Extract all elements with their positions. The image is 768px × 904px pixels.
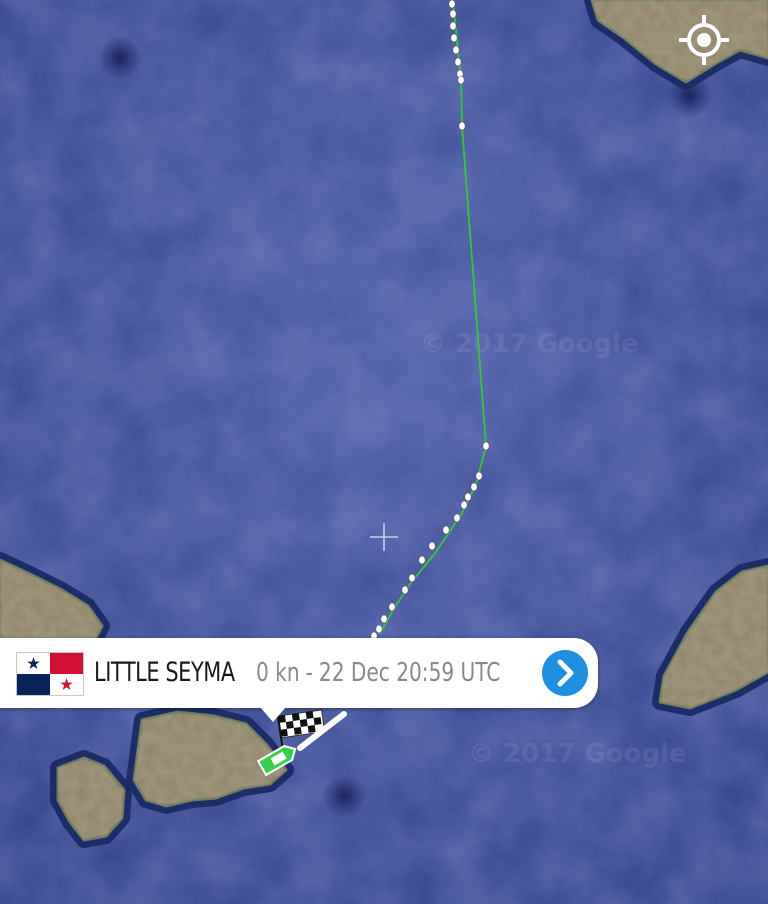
seamount-shadow bbox=[322, 774, 366, 818]
crosshair-locate-icon bbox=[679, 15, 729, 65]
track-point-marker[interactable] bbox=[460, 500, 468, 510]
track-point-marker[interactable] bbox=[453, 513, 461, 523]
track-point-marker[interactable] bbox=[418, 555, 426, 565]
flag-panama-icon bbox=[16, 652, 84, 696]
track-point-marker[interactable] bbox=[454, 57, 462, 67]
status-separator: - bbox=[305, 658, 313, 688]
track-point-marker[interactable] bbox=[482, 441, 490, 451]
locate-button[interactable] bbox=[676, 12, 732, 68]
track-point-marker[interactable] bbox=[450, 33, 458, 43]
map-watermark: © 2017 Google bbox=[420, 329, 639, 359]
track-point-marker[interactable] bbox=[401, 585, 409, 595]
vessel-details-button[interactable] bbox=[542, 650, 588, 696]
map-watermark-lower: © 2017 Google bbox=[468, 739, 687, 769]
track-point-marker[interactable] bbox=[458, 121, 466, 131]
track-point-marker[interactable] bbox=[408, 573, 416, 583]
track-point-marker[interactable] bbox=[380, 614, 388, 624]
vessel-name: LITTLE SEYMA bbox=[94, 657, 235, 688]
track-point-marker[interactable] bbox=[452, 45, 460, 55]
track-point-marker[interactable] bbox=[464, 492, 472, 502]
vessel-status: 0 kn -22 Dec 20:59 UTC bbox=[256, 638, 500, 708]
track-point-marker[interactable] bbox=[457, 75, 465, 85]
chevron-right-icon bbox=[557, 659, 574, 687]
track-point-marker[interactable] bbox=[475, 471, 483, 481]
south-island-west bbox=[50, 750, 132, 848]
track-point-marker[interactable] bbox=[428, 541, 436, 551]
vessel-speed: 0 kn bbox=[256, 658, 300, 688]
map-canvas[interactable]: © 2017 Google © 2017 Google bbox=[0, 0, 768, 904]
track-point-marker[interactable] bbox=[449, 9, 457, 19]
track-point-marker[interactable] bbox=[470, 482, 478, 492]
track-point-marker[interactable] bbox=[388, 602, 396, 612]
track-point-marker[interactable] bbox=[442, 525, 450, 535]
vessel-timestamp: 22 Dec 20:59 UTC bbox=[318, 658, 501, 688]
track-point-marker[interactable] bbox=[449, 21, 457, 31]
track-point-marker[interactable] bbox=[448, 0, 456, 9]
vessel-callout[interactable]: LITTLE SEYMA 0 kn -22 Dec 20:59 UTC bbox=[0, 638, 598, 722]
track-point-marker[interactable] bbox=[375, 624, 383, 634]
seamount-shadow bbox=[98, 36, 142, 80]
